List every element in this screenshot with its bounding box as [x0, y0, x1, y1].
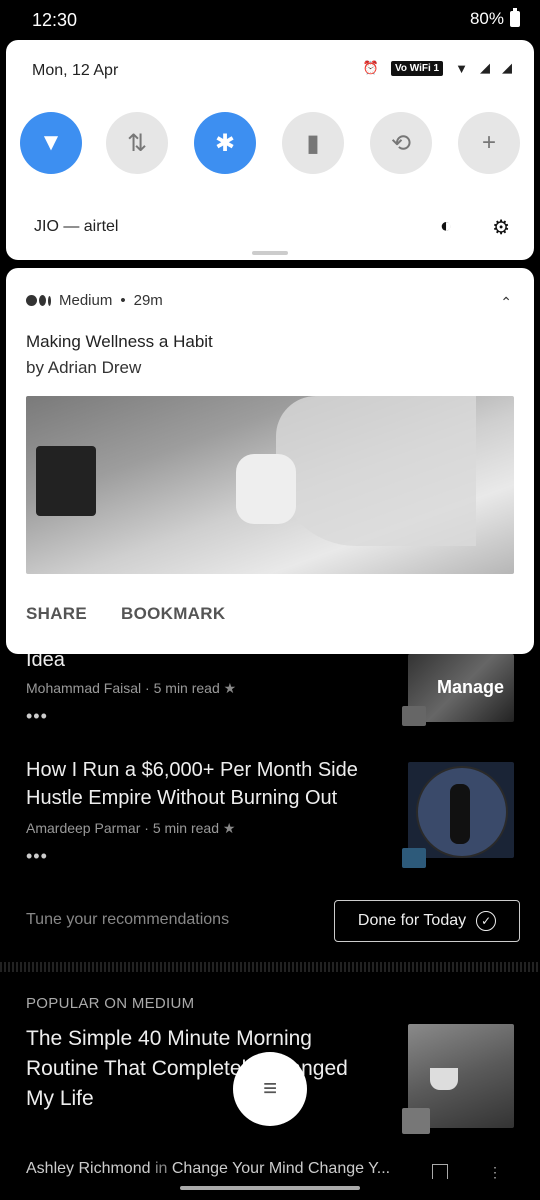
collapse-chevron-icon[interactable]: ⌃	[500, 294, 512, 311]
separator: •	[120, 292, 126, 309]
vowifi-icon: Vo WiFi 1	[390, 60, 444, 76]
quick-settings-panel: Mon, 12 Apr ⏰ Vo WiFi 1 ▼ ◢ ◢ ▼ ⇅ ✱ ▮ ⟲ …	[6, 40, 534, 260]
notification-time: 29m	[133, 292, 163, 309]
author[interactable]: Ashley Richmond	[26, 1160, 151, 1177]
mobile-data-tile[interactable]: ⇅	[106, 112, 168, 174]
wifi-signal-icon: ▼	[455, 60, 468, 76]
auto-rotate-tile[interactable]: ⟲	[370, 112, 432, 174]
read-time: 5 min read	[152, 820, 219, 836]
article-meta-3: Ashley Richmond in Change Your Mind Chan…	[26, 1160, 390, 1178]
cell-signal-icon: ◢	[480, 60, 490, 75]
theme-icon[interactable]: ◐	[440, 215, 452, 240]
done-for-today-button[interactable]: Done for Today ✓	[334, 900, 520, 942]
more-options-2[interactable]: •••	[26, 846, 48, 867]
carrier-label: JIO — airtel	[34, 218, 119, 235]
title-line: Hustle Empire Without Burning Out	[26, 787, 338, 809]
wifi-icon: ▼	[39, 129, 63, 156]
status-bar: 12:30 80%	[0, 0, 540, 40]
notification-title: Making Wellness a Habit	[26, 332, 213, 351]
article-meta-2: Amardeep Parmar · 5 min read ★	[26, 820, 236, 836]
mobile-data-icon: ⇅	[126, 129, 148, 157]
clock: 12:30	[32, 10, 78, 30]
manage-button[interactable]: Manage	[437, 677, 504, 698]
author[interactable]: Mohammad Faisal	[26, 680, 141, 696]
share-action-button[interactable]: SHARE	[26, 604, 87, 624]
compose-icon: ≡	[262, 1075, 277, 1102]
battery-icon	[510, 8, 520, 27]
notification-app-name: Medium	[59, 292, 113, 309]
battery-saver-icon: +	[481, 129, 496, 156]
publication-badge	[402, 848, 426, 868]
notification-header: Medium • 29m	[26, 292, 163, 309]
flashlight-icon: ▮	[306, 129, 320, 157]
bluetooth-tile[interactable]: ✱	[194, 112, 256, 174]
star-icon: ★	[223, 680, 237, 696]
star-icon: ★	[222, 820, 236, 836]
write-story-fab[interactable]: ≡	[233, 1052, 307, 1126]
bookmark-action-button[interactable]: BOOKMARK	[121, 604, 225, 624]
battery-saver-tile[interactable]: +	[458, 112, 520, 174]
rotate-icon: ⟲	[390, 129, 412, 157]
settings-gear-icon[interactable]: ⚙	[492, 215, 510, 240]
author[interactable]: Amardeep Parmar	[26, 820, 140, 836]
cell-signal-2-icon: ◢	[502, 60, 512, 75]
check-circle-icon: ✓	[476, 911, 497, 931]
notification-image	[26, 396, 514, 574]
wifi-tile[interactable]: ▼	[20, 112, 82, 174]
read-time: 5 min read	[153, 680, 220, 696]
shade-drag-handle[interactable]	[252, 251, 288, 255]
qs-date: Mon, 12 Apr	[32, 62, 119, 79]
section-divider	[0, 962, 540, 972]
publication-badge	[402, 706, 426, 726]
popular-section-heading: POPULAR ON MEDIUM	[26, 995, 195, 1012]
more-options-1[interactable]: •••	[26, 706, 48, 727]
done-label: Done for Today	[357, 912, 467, 929]
publication-badge	[402, 1108, 430, 1134]
medium-logo-icon	[26, 295, 51, 306]
article-title-2[interactable]: How I Run a $6,000+ Per Month Side Hustl…	[26, 756, 358, 812]
article-thumbnail-2[interactable]	[408, 762, 514, 858]
bookmark-icon[interactable]	[432, 1164, 448, 1179]
flashlight-tile[interactable]: ▮	[282, 112, 344, 174]
bluetooth-icon: ✱	[214, 129, 236, 157]
title-line: How I Run a $6,000+ Per Month Side	[26, 759, 358, 781]
title-line: The Simple 40 Minute Morning	[26, 1027, 312, 1050]
qs-status-icons: ⏰ Vo WiFi 1 ▼ ◢ ◢	[363, 60, 512, 76]
in-label: in	[154, 1160, 168, 1177]
article-meta-1: Mohammad Faisal · 5 min read ★	[26, 680, 237, 696]
home-indicator[interactable]	[180, 1186, 360, 1190]
publication-name[interactable]: Change Your Mind Change Y...	[172, 1160, 390, 1177]
qs-bottom-actions: ◐ ⚙	[440, 215, 510, 240]
battery-indicator: 80%	[469, 8, 520, 29]
medium-notification[interactable]: Medium • 29m ⌃ Making Wellness a Habit b…	[6, 268, 534, 654]
alarm-icon: ⏰	[362, 60, 379, 75]
notification-subtitle: by Adrian Drew	[26, 358, 142, 377]
tune-recommendations-link[interactable]: Tune your recommendations	[26, 911, 229, 929]
battery-percent: 80%	[469, 9, 504, 28]
more-icon[interactable]: ⋮	[488, 1164, 502, 1181]
